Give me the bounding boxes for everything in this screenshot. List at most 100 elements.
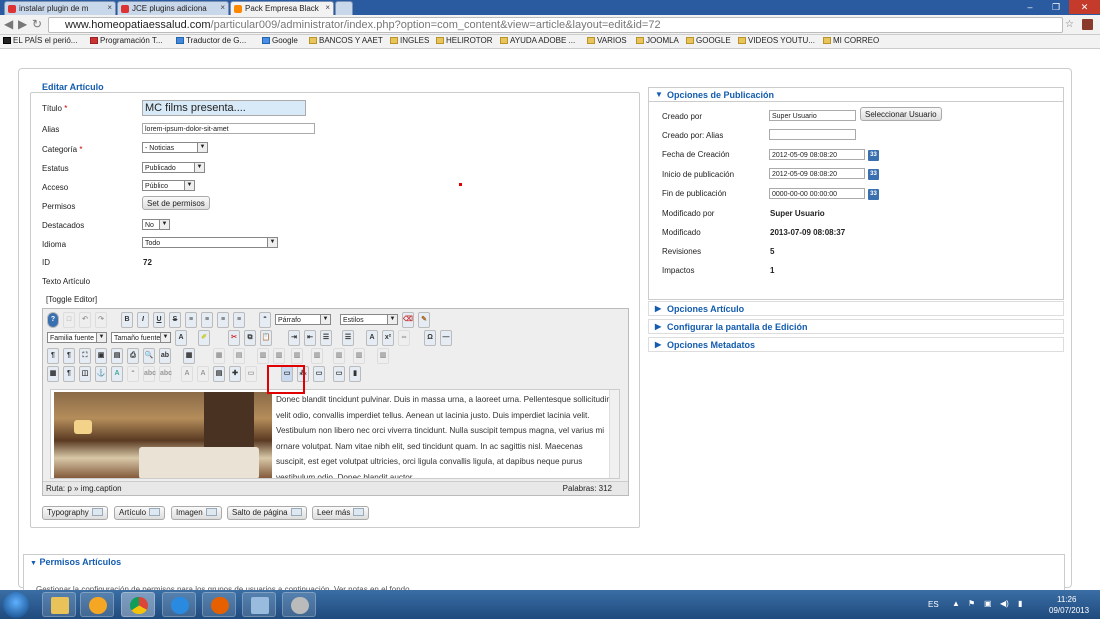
typography-button[interactable]: Typography [42,506,108,520]
bookmark-folder[interactable]: GOOGLE [686,36,731,45]
reload-icon[interactable]: ↻ [32,18,42,31]
hotel-room-image[interactable] [54,392,272,478]
horizontal-rule-icon[interactable]: — [440,330,452,346]
strikethrough-icon[interactable]: S [169,312,181,328]
toggle-editor-link[interactable]: [Toggle Editor] [46,295,97,304]
opciones-articulo-header[interactable]: ▶ Opciones Artículo [648,301,1064,316]
permisos-header[interactable]: ▼ Permisos Artículos [30,557,121,567]
underline-icon[interactable]: U [153,312,165,328]
align-justify-icon[interactable]: ≡ [233,312,245,328]
bookmark-folder[interactable]: VIDEOS YOUTU... [738,36,815,45]
publicacion-header[interactable]: ▼ Opciones de Publicación [648,87,1064,102]
table-row-icon[interactable]: ▤ [233,348,245,364]
seleccionar-usuario-button[interactable]: Seleccionar Usuario [860,107,942,121]
bookmark-folder[interactable]: VARIOS [587,36,627,45]
back-arrow-icon[interactable]: ◀ [4,18,13,31]
show-blocks-icon[interactable]: ¶ [63,366,75,382]
delete-icon[interactable]: A [197,366,209,382]
replace-icon[interactable]: ab [159,348,171,364]
paragraph-ltr-icon[interactable]: ¶ [47,348,59,364]
font-size-up-icon[interactable]: A [366,330,378,346]
bookmark-folder[interactable]: JOOMLA [636,36,679,45]
insert-image-icon[interactable]: ▦ [183,348,195,364]
cleanup-icon[interactable]: ✎ [418,312,430,328]
inicio-input[interactable]: 2012-05-09 08:08:20 [769,168,865,179]
article-body-text[interactable]: Donec blandit tincidunt pulvinar. Duis i… [276,392,611,478]
undo-icon[interactable]: ↶ [79,312,91,328]
signal-icon[interactable]: ▮ [1018,599,1022,608]
destacados-select[interactable]: No ▼ [142,219,170,230]
bookmark-item[interactable]: Programación T... [90,36,163,45]
page-break-icon[interactable]: ▭ [313,366,325,382]
extension-icon[interactable] [1082,19,1093,30]
titulo-input[interactable]: MC films presenta.... [142,100,306,116]
visual-aid-icon[interactable]: ▦ [47,366,59,382]
bookmark-folder[interactable]: AYUDA ADOBE ... [500,36,575,45]
table-cell-icon[interactable]: ▥ [273,348,285,364]
template-icon[interactable]: ▤ [111,348,123,364]
table-icon[interactable]: ▦ [213,348,225,364]
print-icon[interactable]: ⎙ [127,348,139,364]
creado-por-input[interactable]: Super Usuario [769,110,856,121]
fullscreen-icon[interactable]: ⛶ [79,348,91,364]
fin-input[interactable]: 0000-00-00 00:00:00 [769,188,865,199]
set-permisos-button[interactable]: Set de permisos [142,196,210,210]
article-link-icon[interactable]: ▮ [349,366,361,382]
close-tab-icon[interactable]: × [220,3,225,12]
layer-icon[interactable]: ✚ [229,366,241,382]
close-tab-icon[interactable]: × [325,3,330,12]
font-color-icon[interactable]: A [175,330,187,346]
articulo-button[interactable]: Artículo [114,506,166,520]
insert-icon[interactable]: A [181,366,193,382]
link-icon[interactable]: ∞ [398,330,410,346]
start-button[interactable] [3,592,29,618]
imagen-button[interactable]: Imagen [171,506,222,520]
paste-icon[interactable]: 📋 [260,330,272,346]
table-props-icon[interactable]: ▥ [257,348,269,364]
browser-tab[interactable]: JCE plugins adiciona × [117,1,229,15]
align-center-icon[interactable]: ≡ [201,312,213,328]
forward-arrow-icon[interactable]: ▶ [18,18,27,31]
calendar-icon[interactable]: 33 [868,150,879,161]
new-tab-button[interactable] [335,1,353,15]
browser-tab-active[interactable]: Pack Empresa Black × [230,1,334,15]
attributes-icon[interactable]: ▤ [213,366,225,382]
anchor-icon[interactable]: ⚓ [95,366,107,382]
redo-icon[interactable]: ↷ [95,312,107,328]
table-col-before-icon[interactable]: ▥ [377,348,389,364]
language-indicator[interactable]: ES [928,600,939,609]
taskbar-app[interactable] [242,592,276,617]
taskbar-chrome[interactable] [121,592,155,617]
table-merge-icon[interactable]: ▥ [291,348,303,364]
font-size-select[interactable]: Tamaño fuente ▼ [111,332,171,343]
move-layer-icon[interactable]: ▭ [245,366,257,382]
bold-icon[interactable]: B [121,312,133,328]
format-select[interactable]: Párrafo ▼ [275,314,331,325]
font-family-select[interactable]: Familia fuente ▼ [47,332,107,343]
volume-icon[interactable]: ◀) [1000,599,1009,608]
maximize-button[interactable]: ❐ [1043,0,1069,14]
special-char-icon[interactable]: Ω [424,330,436,346]
fecha-creacion-input[interactable]: 2012-05-09 08:08:20 [769,149,865,160]
configurar-pantalla-header[interactable]: ▶ Configurar la pantalla de Edición [648,319,1064,334]
superscript-icon[interactable]: x² [382,330,394,346]
find-icon[interactable]: 🔍 [143,348,155,364]
acronym-icon[interactable]: abc [159,366,172,382]
categoria-select[interactable]: - Noticias ▼ [142,142,208,153]
editor-content-area[interactable]: Donec blandit tincidunt pulvinar. Duis i… [50,389,620,479]
salto-pagina-button[interactable]: Salto de página [227,506,307,520]
creado-alias-input[interactable] [769,129,856,140]
idioma-select[interactable]: Todo ▼ [142,237,278,248]
network-icon[interactable]: ▣ [984,599,992,608]
preview-icon[interactable]: ▣ [95,348,107,364]
clock-date[interactable]: 09/07/2013 [1049,606,1089,615]
taskbar-app[interactable] [282,592,316,617]
calendar-icon[interactable]: 33 [868,169,879,180]
leer-mas-button[interactable]: Leer más [312,506,370,520]
help-icon[interactable]: ? [47,312,59,328]
taskbar-explorer[interactable] [42,592,76,617]
bookmark-star-icon[interactable]: ☆ [1065,18,1074,31]
taskbar-media[interactable] [80,592,114,617]
clock-time[interactable]: 11:26 [1057,595,1076,604]
close-window-button[interactable]: ✕ [1069,0,1100,14]
